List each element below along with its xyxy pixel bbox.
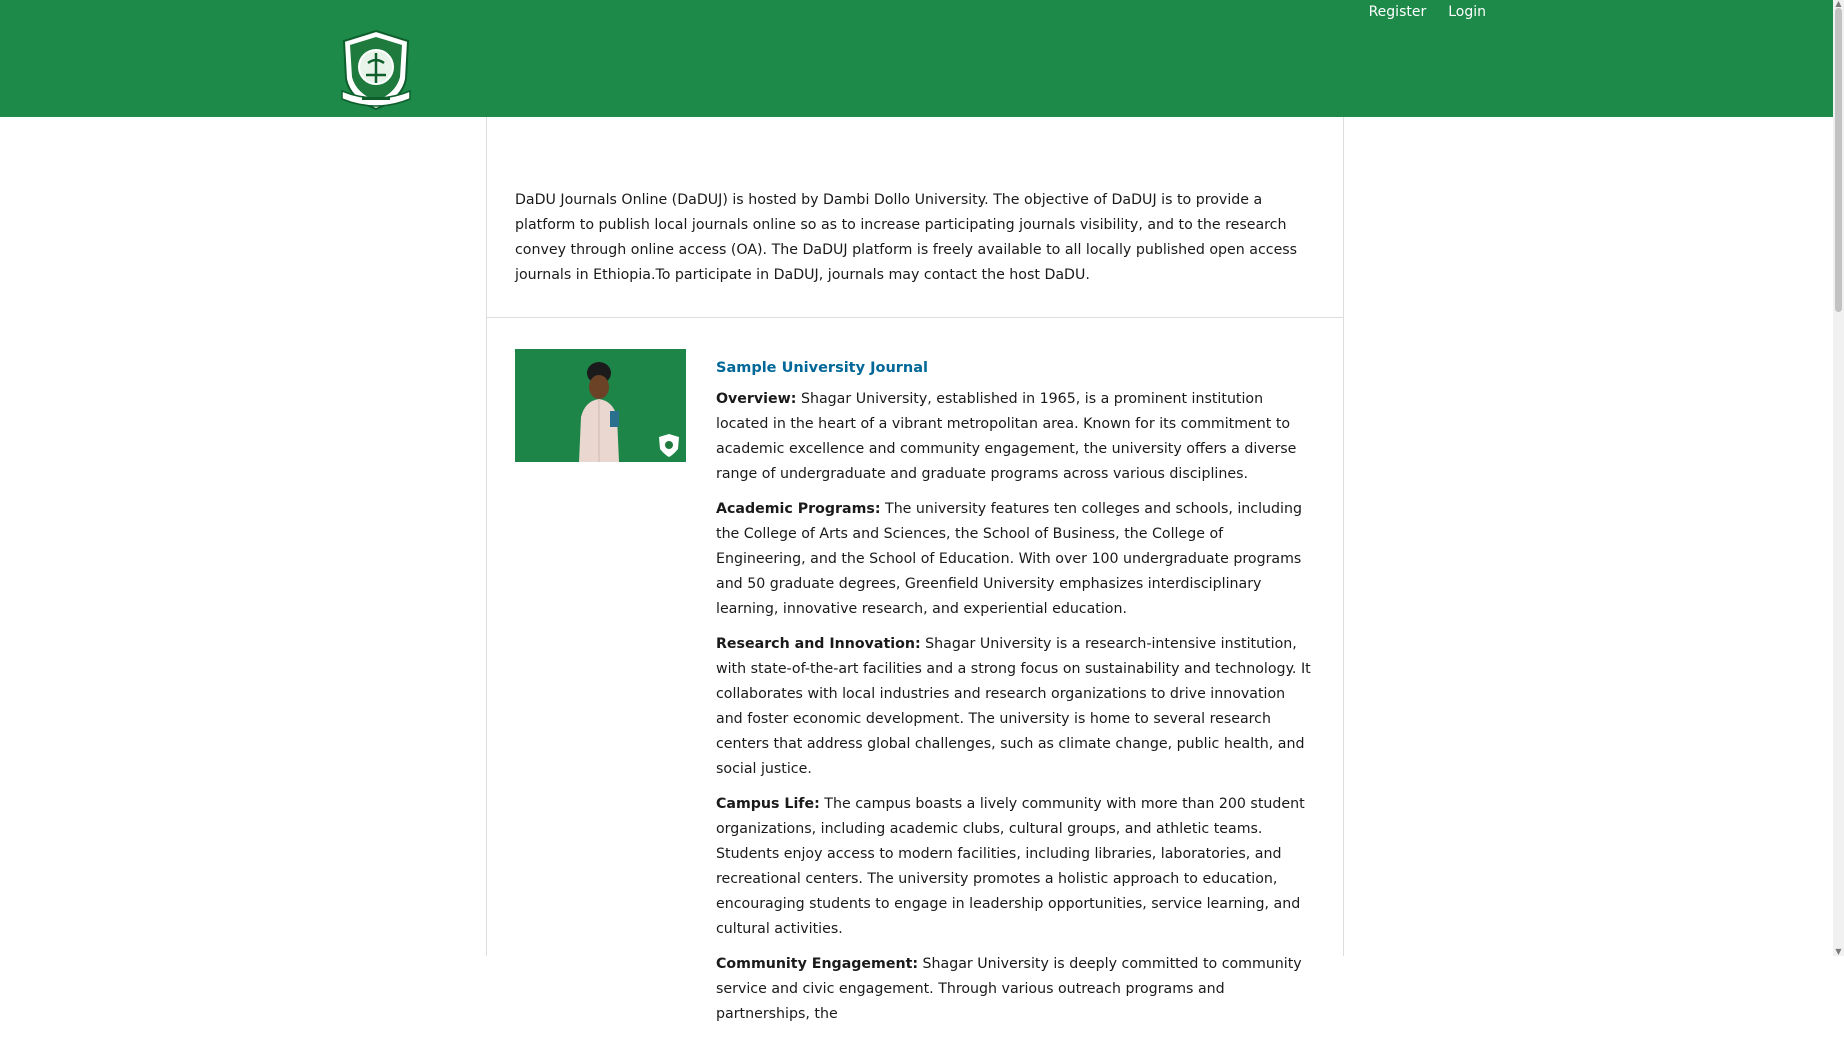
login-link[interactable]: Login [1448, 0, 1486, 25]
community-engagement-paragraph: Community Engagement: Shagar University … [716, 952, 1316, 1027]
campus-life-label: Campus Life: [716, 796, 820, 812]
research-innovation-label: Research and Innovation: [716, 636, 921, 652]
overview-paragraph: Overview: Shagar University, established… [716, 387, 1316, 487]
campus-life-paragraph: Campus Life: The campus boasts a lively … [716, 792, 1316, 942]
page-scrollbar[interactable]: ▲ ▼ [1833, 0, 1844, 956]
university-crest-logo[interactable] [336, 29, 416, 113]
academic-programs-text: The university features ten colleges and… [716, 501, 1302, 617]
journal-summary: Sample University Journal Overview: Shag… [716, 356, 1316, 1037]
scroll-down-arrow-icon[interactable]: ▼ [1833, 948, 1844, 956]
journal-title-link[interactable]: Sample University Journal [716, 356, 1316, 380]
research-innovation-text: Shagar University is a research-intensiv… [716, 636, 1311, 777]
section-divider [487, 317, 1343, 318]
main-content: DaDU Journals Online (DaDUJ) is hosted b… [486, 117, 1344, 1022]
journal-thumbnail[interactable] [515, 349, 686, 462]
research-innovation-paragraph: Research and Innovation: Shagar Universi… [716, 632, 1316, 782]
campus-life-text: The campus boasts a lively community wit… [716, 796, 1305, 937]
user-nav: Register Login [1369, 0, 1486, 25]
scrollbar-thumb[interactable] [1835, 8, 1842, 312]
scroll-up-arrow-icon[interactable]: ▲ [1833, 0, 1844, 8]
academic-programs-paragraph: Academic Programs: The university featur… [716, 497, 1316, 622]
overview-label: Overview: [716, 391, 797, 407]
academic-programs-label: Academic Programs: [716, 501, 881, 517]
about-text: DaDU Journals Online (DaDUJ) is hosted b… [515, 192, 1298, 283]
site-header: Register Login [0, 0, 1833, 117]
community-engagement-label: Community Engagement: [716, 956, 919, 972]
register-link[interactable]: Register [1369, 0, 1427, 25]
overview-text: Shagar University, established in 1965, … [716, 391, 1297, 482]
